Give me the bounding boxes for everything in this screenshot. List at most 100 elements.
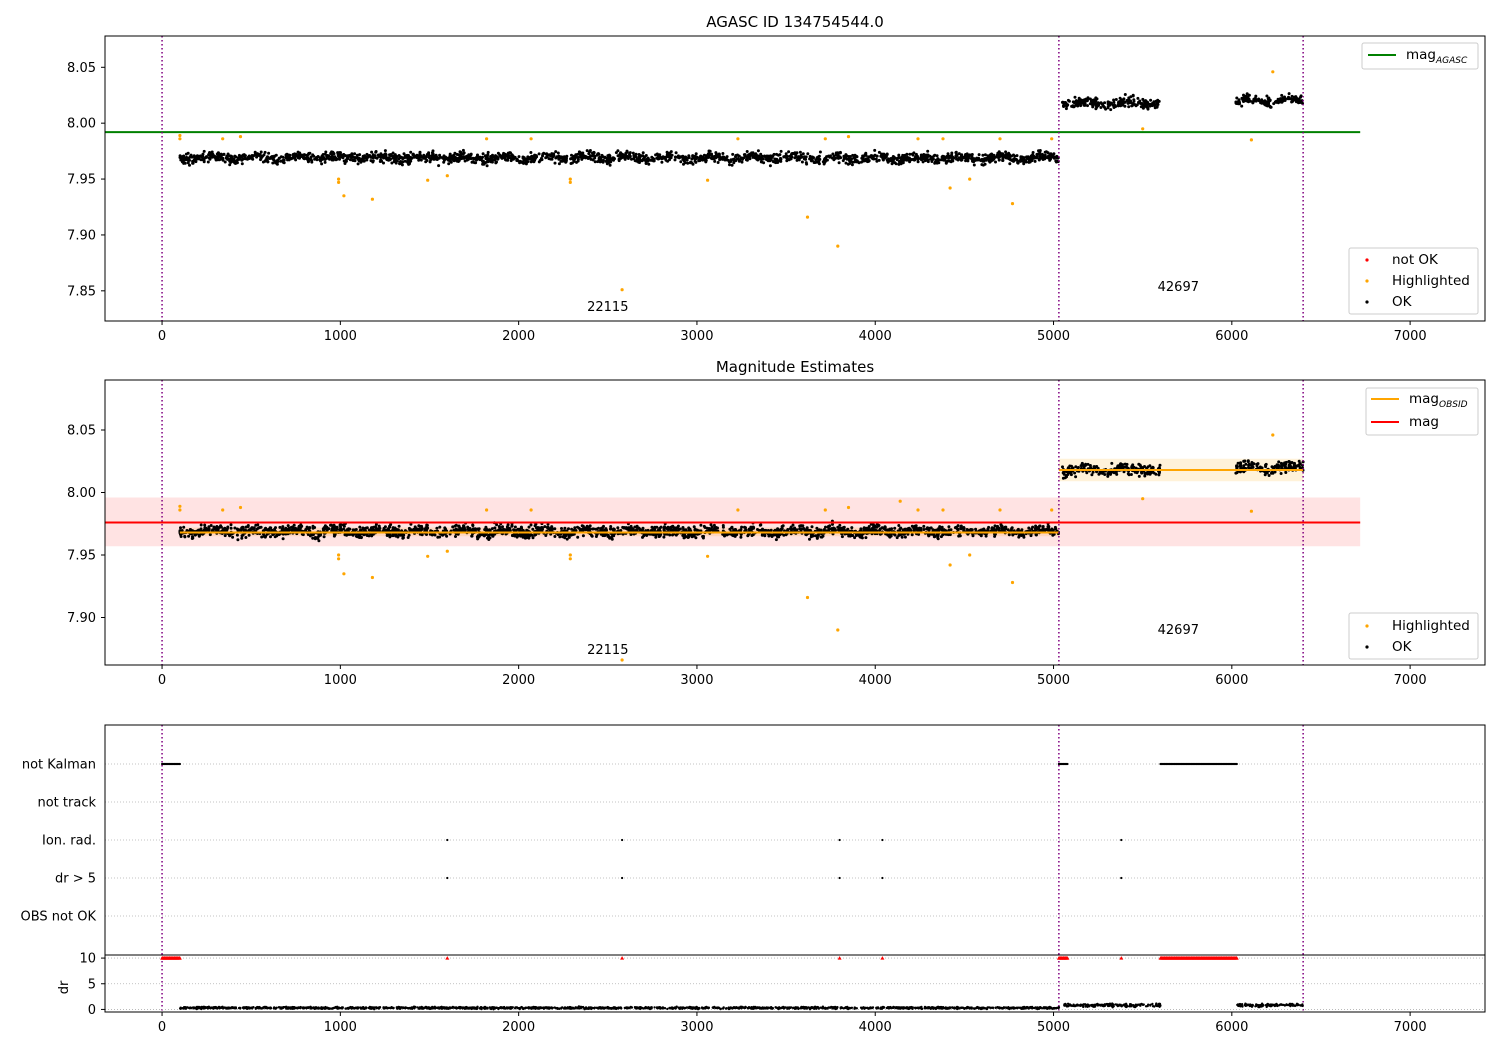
axes-frame xyxy=(104,35,1486,322)
ok-point xyxy=(890,162,894,166)
ok-point xyxy=(1287,95,1290,99)
ok-point xyxy=(1246,459,1250,463)
ok-point xyxy=(362,159,366,163)
ok-point xyxy=(824,525,827,529)
ok-point xyxy=(632,154,636,158)
ok-point xyxy=(637,155,641,159)
highlighted-point xyxy=(998,508,1002,512)
ok-point xyxy=(972,163,976,167)
ok-point xyxy=(656,157,660,161)
ok-point xyxy=(539,157,543,160)
ok-point xyxy=(244,536,248,539)
ok-point xyxy=(936,528,940,532)
ok-point xyxy=(897,524,901,527)
highlighted-point xyxy=(805,215,810,219)
ok-point xyxy=(919,154,923,158)
highlighted-point xyxy=(178,504,182,508)
ok-point xyxy=(425,523,429,527)
ok-point xyxy=(894,162,898,166)
ok-point xyxy=(231,535,235,539)
ok-point xyxy=(320,162,324,166)
ok-point xyxy=(294,158,298,162)
ok-point xyxy=(406,161,410,165)
ok-point xyxy=(897,153,901,157)
highlighted-point xyxy=(568,557,572,561)
ok-point xyxy=(694,157,698,160)
ok-point xyxy=(1062,470,1066,474)
ok-point xyxy=(598,155,602,159)
ok-point xyxy=(447,156,451,160)
ok-point xyxy=(383,525,387,529)
ok-point xyxy=(641,151,645,155)
ok-point xyxy=(737,159,741,163)
ok-point xyxy=(398,156,402,160)
x-tick-label: 1000 xyxy=(324,329,357,344)
ok-point xyxy=(933,161,937,165)
highlighted-point xyxy=(485,137,489,141)
ok-point xyxy=(702,524,706,528)
ok-point xyxy=(1010,526,1014,530)
ok-point xyxy=(952,156,956,160)
ok-point xyxy=(346,157,349,161)
highlighted-point xyxy=(238,505,243,510)
ok-point xyxy=(774,159,778,163)
ok-point xyxy=(385,158,389,162)
ok-point xyxy=(827,154,830,158)
ok-point xyxy=(1080,462,1084,466)
ok-point xyxy=(686,536,690,539)
ok-point xyxy=(950,151,954,155)
ok-point xyxy=(1022,158,1026,162)
ok-point xyxy=(683,528,687,532)
ok-point xyxy=(880,526,884,530)
ok-point xyxy=(430,156,434,160)
ok-point xyxy=(1298,462,1302,466)
ok-point xyxy=(800,155,804,159)
ok-point xyxy=(779,156,782,160)
ok-point xyxy=(873,528,876,532)
ok-point xyxy=(402,152,406,156)
ok-point xyxy=(944,161,948,165)
ok-point xyxy=(729,160,733,163)
ok-point xyxy=(815,536,819,540)
ok-point xyxy=(1291,99,1295,103)
x-tick-label: 5000 xyxy=(1037,329,1070,344)
ok-point xyxy=(365,152,369,156)
ok-point xyxy=(1239,464,1243,468)
ok-point xyxy=(565,537,569,541)
ok-point xyxy=(676,525,680,529)
legend-marker-ok xyxy=(1365,300,1369,304)
ok-point xyxy=(789,157,793,160)
ok-point xyxy=(735,157,739,161)
ok-point xyxy=(538,526,541,530)
ok-point xyxy=(1148,103,1152,107)
ok-point xyxy=(350,152,354,156)
ok-point xyxy=(503,152,507,156)
ok-point xyxy=(631,151,635,155)
ok-point xyxy=(1015,158,1019,162)
ok-point xyxy=(1123,104,1127,108)
highlighted-point xyxy=(941,137,945,141)
ok-point xyxy=(1276,463,1280,467)
ok-point xyxy=(537,160,541,164)
ok-point xyxy=(1031,525,1035,529)
ok-point xyxy=(810,155,814,159)
ok-point xyxy=(949,154,953,158)
ok-point xyxy=(487,533,491,537)
ok-point xyxy=(892,156,896,160)
ok-point xyxy=(216,527,220,531)
ok-point xyxy=(247,533,251,537)
ok-point xyxy=(522,535,526,539)
ok-point xyxy=(1061,465,1064,469)
ok-point xyxy=(266,159,269,163)
highlighted-point xyxy=(337,553,341,557)
ok-point xyxy=(721,525,725,529)
ok-point xyxy=(778,153,782,157)
x-tick-label: 7000 xyxy=(1394,329,1427,344)
ok-point xyxy=(1294,95,1298,99)
ok-point xyxy=(848,162,852,165)
ok-point xyxy=(671,533,674,537)
ok-point xyxy=(370,534,374,538)
ok-point xyxy=(609,525,613,528)
ok-point xyxy=(529,151,533,154)
ok-point xyxy=(623,526,626,530)
